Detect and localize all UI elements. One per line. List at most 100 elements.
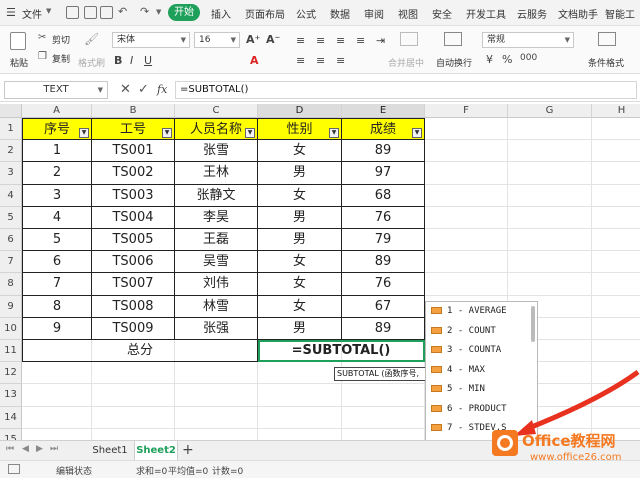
- row-header[interactable]: 3: [0, 162, 22, 185]
- italic-icon[interactable]: I: [130, 54, 133, 67]
- table-cell[interactable]: 97: [342, 162, 425, 185]
- header-cell[interactable]: 工号 ▼: [92, 118, 175, 141]
- table-cell[interactable]: 王磊: [175, 229, 258, 252]
- align-middle-icon[interactable]: ≡: [316, 54, 325, 67]
- tab-page-layout[interactable]: 页面布局: [245, 6, 285, 21]
- redo-icon[interactable]: ↷: [140, 5, 149, 18]
- header-cell[interactable]: 性别 ▼: [258, 118, 342, 141]
- table-cell[interactable]: TS004: [92, 206, 175, 229]
- tab-insert[interactable]: 插入: [211, 6, 231, 21]
- select-all-corner[interactable]: [0, 104, 22, 118]
- table-cell[interactable]: 男: [258, 162, 342, 185]
- tab-doc-assistant[interactable]: 文档助手: [558, 6, 598, 21]
- column-header[interactable]: E: [342, 104, 425, 118]
- tab-cloud[interactable]: 云服务: [517, 6, 547, 21]
- table-cell[interactable]: TS001: [92, 140, 175, 163]
- wrap-text-button[interactable]: 自动换行: [436, 56, 472, 69]
- table-cell[interactable]: TS009: [92, 317, 175, 340]
- paste-button[interactable]: 粘贴: [10, 56, 28, 69]
- underline-icon[interactable]: U: [144, 54, 152, 67]
- align-justify-icon[interactable]: ≡: [356, 34, 365, 47]
- table-cell[interactable]: TS002: [92, 162, 175, 185]
- tab-review[interactable]: 审阅: [364, 6, 384, 21]
- table-cell[interactable]: 吴雪: [175, 251, 258, 274]
- save-icon[interactable]: [66, 6, 79, 19]
- header-cell[interactable]: 人员名称 ▼: [175, 118, 258, 141]
- filter-dropdown-icon[interactable]: ▼: [245, 128, 255, 138]
- tab-security[interactable]: 安全: [432, 6, 452, 21]
- indent-icon[interactable]: ⇥: [376, 34, 385, 47]
- autocomplete-item[interactable]: 2 - COUNT: [426, 322, 530, 341]
- print-icon[interactable]: [84, 6, 97, 19]
- table-cell[interactable]: TS007: [92, 273, 175, 296]
- sheet-tab-sheet1[interactable]: Sheet1: [88, 441, 132, 460]
- column-header[interactable]: G: [508, 104, 592, 118]
- table-cell[interactable]: 女: [258, 273, 342, 296]
- copy-button[interactable]: 复制: [52, 52, 70, 65]
- add-sheet-button[interactable]: +: [182, 442, 194, 458]
- font-shrink-icon[interactable]: A⁻: [266, 33, 280, 46]
- table-cell[interactable]: 张雪: [175, 140, 258, 163]
- formula-input[interactable]: =SUBTOTAL(): [175, 81, 637, 99]
- table-cell[interactable]: 76: [342, 206, 425, 229]
- table-cell[interactable]: 男: [258, 317, 342, 340]
- row-header[interactable]: 13: [0, 384, 22, 407]
- first-sheet-icon[interactable]: ⏮: [6, 444, 14, 454]
- filter-dropdown-icon[interactable]: ▼: [79, 128, 89, 138]
- table-cell[interactable]: TS006: [92, 251, 175, 274]
- table-cell[interactable]: 89: [342, 251, 425, 274]
- bold-icon[interactable]: B: [114, 54, 122, 67]
- tab-data[interactable]: 数据: [330, 6, 350, 21]
- table-cell[interactable]: 8: [22, 295, 92, 318]
- table-cell[interactable]: 67: [342, 295, 425, 318]
- font-name-select[interactable]: 宋体 ▼: [112, 32, 190, 48]
- menu-file[interactable]: 文件: [22, 6, 42, 21]
- paste-icon[interactable]: [10, 32, 26, 50]
- sheet-tab-sheet2[interactable]: Sheet2: [134, 441, 178, 460]
- row-header[interactable]: 5: [0, 206, 22, 229]
- undo-icon[interactable]: ↶: [118, 5, 127, 18]
- font-grow-icon[interactable]: A⁺: [246, 33, 260, 46]
- table-cell[interactable]: 女: [258, 140, 342, 163]
- header-cell[interactable]: 成绩 ▼: [342, 118, 425, 141]
- table-cell[interactable]: TS005: [92, 229, 175, 252]
- currency-icon[interactable]: ¥: [486, 53, 493, 66]
- table-cell[interactable]: 79: [342, 229, 425, 252]
- table-cell[interactable]: 76: [342, 273, 425, 296]
- table-cell[interactable]: 女: [258, 295, 342, 318]
- table-cell[interactable]: 李昊: [175, 206, 258, 229]
- align-left-icon[interactable]: ≡: [296, 34, 305, 47]
- autocomplete-item[interactable]: 1 - AVERAGE: [426, 302, 530, 321]
- row-header[interactable]: 9: [0, 295, 22, 318]
- row-header[interactable]: 10: [0, 317, 22, 340]
- row-header[interactable]: 2: [0, 140, 22, 163]
- autocomplete-item[interactable]: 3 - COUNTA: [426, 341, 530, 360]
- font-size-select[interactable]: 16 ▼: [194, 32, 240, 48]
- last-sheet-icon[interactable]: ⏭: [50, 444, 58, 454]
- align-center-icon[interactable]: ≡: [316, 34, 325, 47]
- align-bottom-icon[interactable]: ≡: [296, 54, 305, 67]
- column-header[interactable]: F: [425, 104, 508, 118]
- number-format-select[interactable]: 常规 ▼: [482, 32, 574, 48]
- table-cell[interactable]: 张强: [175, 317, 258, 340]
- table-cell[interactable]: 89: [342, 140, 425, 163]
- table-cell[interactable]: 5: [22, 229, 92, 252]
- table-cell[interactable]: 男: [258, 229, 342, 252]
- prev-sheet-icon[interactable]: ◀: [22, 444, 29, 454]
- row-header[interactable]: 15: [0, 428, 22, 440]
- table-cell[interactable]: 2: [22, 162, 92, 185]
- thousands-icon[interactable]: 000: [520, 53, 537, 63]
- preview-icon[interactable]: [100, 6, 113, 19]
- filter-dropdown-icon[interactable]: ▼: [412, 128, 422, 138]
- table-cell[interactable]: 刘伟: [175, 273, 258, 296]
- row-header[interactable]: 6: [0, 229, 22, 252]
- table-cell[interactable]: 68: [342, 184, 425, 207]
- tab-smart-tools[interactable]: 智能工: [605, 6, 635, 21]
- conditional-format-button[interactable]: 条件格式: [588, 56, 624, 69]
- cancel-icon[interactable]: ✕: [120, 82, 131, 97]
- table-cell[interactable]: 张静文: [175, 184, 258, 207]
- row-header[interactable]: 14: [0, 406, 22, 429]
- table-cell[interactable]: TS008: [92, 295, 175, 318]
- font-color-icon[interactable]: A: [250, 54, 259, 67]
- align-top-icon[interactable]: ≡: [336, 54, 345, 67]
